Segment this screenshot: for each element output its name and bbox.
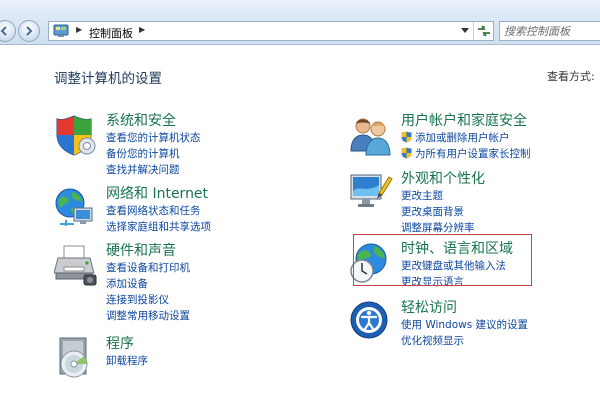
link-backup-computer[interactable]: 备份您的计算机 [106, 146, 201, 162]
link-view-computer-status[interactable]: 查看您的计算机状态 [106, 130, 201, 146]
programs-disc-icon[interactable] [54, 336, 98, 380]
uac-shield-icon [401, 147, 412, 159]
address-bar[interactable]: ▶ 控制面板 ▶ [48, 21, 494, 41]
link-optimize-visual-display[interactable]: 优化视频显示 [401, 333, 528, 349]
refresh-button[interactable] [473, 22, 494, 40]
refresh-icon [478, 25, 490, 37]
link-add-remove-accounts[interactable]: 添加或删除用户帐户 [401, 130, 531, 146]
address-toolbar: ▶ 控制面板 ▶ [0, 0, 600, 45]
link-connect-projector[interactable]: 连接到投影仪 [106, 292, 190, 308]
arrow-right-icon [26, 26, 33, 36]
link-troubleshoot[interactable]: 查找并解决问题 [106, 162, 201, 178]
link-text: 添加或删除用户帐户 [415, 132, 510, 144]
link-network-status[interactable]: 查看网络状态和任务 [106, 203, 211, 219]
link-homegroup-sharing[interactable]: 选择家庭组和共享选项 [106, 219, 211, 235]
network-globe-icon[interactable] [54, 186, 98, 230]
link-parental-controls[interactable]: 为所有用户设置家长控制 [401, 146, 531, 162]
category-heading[interactable]: 硬件和声音 [106, 240, 176, 260]
link-change-background[interactable]: 更改桌面背景 [401, 204, 475, 220]
category-heading[interactable]: 程序 [106, 333, 134, 353]
monitor-icon[interactable] [349, 171, 393, 215]
users-icon[interactable] [349, 113, 393, 157]
category-heading[interactable]: 系统和安全 [106, 110, 176, 130]
highlight-box [353, 234, 532, 286]
category-heading[interactable]: 轻松访问 [401, 297, 457, 317]
link-uninstall-program[interactable]: 卸载程序 [106, 353, 148, 369]
link-add-device[interactable]: 添加设备 [106, 276, 190, 292]
link-devices-printers[interactable]: 查看设备和打印机 [106, 260, 190, 276]
control-panel-icon [53, 24, 69, 37]
ease-of-access-icon[interactable] [349, 300, 393, 344]
breadcrumb-separator-icon[interactable]: ▶ [139, 25, 145, 34]
breadcrumb-control-panel[interactable]: 控制面板 [89, 25, 133, 41]
link-text: 为所有用户设置家长控制 [415, 148, 531, 160]
view-by-label[interactable]: 查看方式: [547, 68, 595, 84]
page-title: 调整计算机的设置 [54, 71, 162, 87]
breadcrumb-separator-icon[interactable]: ▶ [76, 25, 82, 34]
arrow-left-icon [0, 26, 7, 36]
link-recommended-settings[interactable]: 使用 Windows 建议的设置 [401, 317, 528, 333]
chevron-down-icon[interactable] [461, 28, 469, 34]
printer-icon[interactable] [54, 243, 98, 287]
link-change-theme[interactable]: 更改主题 [401, 188, 475, 204]
category-heading[interactable]: 网络和 Internet [106, 183, 208, 203]
search-input[interactable] [504, 23, 596, 39]
category-heading[interactable]: 外观和个性化 [401, 168, 485, 188]
forward-button[interactable] [18, 20, 40, 42]
search-box[interactable] [499, 21, 600, 41]
uac-shield-icon [401, 131, 412, 143]
category-heading[interactable]: 用户帐户和家庭安全 [401, 110, 527, 130]
back-button[interactable] [0, 20, 16, 42]
link-mobility-settings[interactable]: 调整常用移动设置 [106, 308, 190, 324]
shield-icon[interactable] [54, 113, 98, 157]
